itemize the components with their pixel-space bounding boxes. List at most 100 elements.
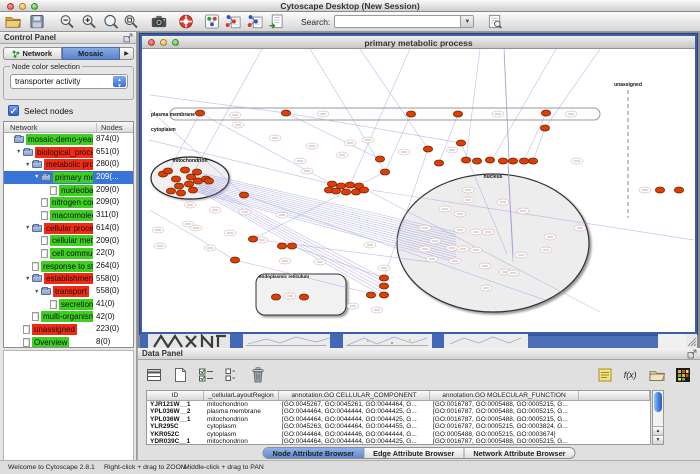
float-panel-icon[interactable] [123,33,133,43]
network-node[interactable] [232,122,244,128]
network-node[interactable] [184,202,196,208]
network-node[interactable] [446,147,458,153]
table-column-header[interactable]: annotation.GO MOLECULAR_FUNCTION [430,391,579,400]
selected-network-node[interactable] [163,168,172,174]
network-node[interactable] [571,158,583,164]
network-node[interactable] [449,258,461,264]
selected-network-node[interactable] [248,236,257,242]
selected-network-node[interactable] [195,110,204,116]
select-nodes-checkbox[interactable]: ✓ [8,105,19,116]
tree-row[interactable]: secretion41(0) [4,298,133,311]
tree-row[interactable]: mosaic-demo-yeast874(0) [4,133,133,146]
expand-arrow-icon[interactable]: ▼ [16,149,23,155]
table-row[interactable]: YKR052Ccytoplasm[GO:0044464, GO:0044446,… [147,431,650,438]
tree-row[interactable]: nitrogen compo209(0) [4,196,133,209]
selected-network-node[interactable] [188,187,197,193]
tree-row[interactable]: ▼primary metabo209(... [4,171,133,184]
table-row[interactable]: YPL036W__2plasma membrane[GO:0044464, GO… [147,408,650,415]
new-attribute-icon[interactable] [170,365,190,385]
selected-network-node[interactable] [180,167,189,173]
help-ring-icon[interactable] [177,13,195,30]
open-folder-icon[interactable] [4,13,22,30]
selected-network-node[interactable] [461,157,470,163]
network-node[interactable] [204,245,216,251]
attribute-table-icon[interactable] [144,365,164,385]
network-node[interactable] [479,263,491,269]
network-canvas[interactable]: plasma membranecytoplasmmitochondrionnuc… [142,49,695,332]
network-node[interactable] [269,135,281,141]
tree-row[interactable]: ▼transport558(0) [4,285,133,298]
table-row[interactable]: YJR121W__1mitochondrion[GO:0045267, GO:0… [147,401,650,408]
network-node[interactable] [492,111,504,117]
network-node[interactable] [344,140,356,146]
network-node[interactable] [446,245,458,251]
network-node[interactable] [457,246,469,252]
selected-network-node[interactable] [345,182,354,188]
network-node[interactable] [515,252,527,258]
table-row[interactable]: YDR039C__1mitochondrion[GO:0044464, GO:0… [147,438,650,445]
expand-arrow-icon[interactable]: ▼ [34,289,41,295]
network-node[interactable] [284,293,296,299]
network-node[interactable] [294,158,306,164]
network-node[interactable] [336,152,348,158]
selected-network-node[interactable] [379,275,388,281]
table-row[interactable]: YPL036W__1mitochondrion[GO:0044464, GO:0… [147,416,650,423]
network-node[interactable] [190,225,202,231]
tree-row[interactable]: response to stimulu264(0) [4,260,133,273]
tree-row[interactable]: Overview8(0) [4,336,133,348]
network-node[interactable] [639,187,651,193]
tab-mosaic[interactable]: Mosaic [62,47,121,60]
tab-network[interactable]: Network [3,47,62,60]
network-node[interactable] [454,227,466,233]
network-node[interactable] [317,111,329,117]
float-data-panel-icon[interactable] [687,349,697,359]
network-node[interactable] [439,206,451,212]
selected-network-node[interactable] [540,125,549,131]
selected-network-node[interactable] [453,111,462,117]
vizmapper-icon[interactable] [203,13,221,30]
selected-network-node[interactable] [541,110,550,116]
function-builder-icon[interactable]: f(x) [621,365,641,385]
network-node[interactable] [279,258,291,264]
network-frame-titlebar[interactable]: primary metabolic process [142,36,695,49]
table-column-header[interactable] [579,391,650,400]
selected-network-node[interactable] [336,183,345,189]
combobox-stepper-icon[interactable]: ▲▼ [113,76,126,87]
network-node[interactable] [224,230,236,236]
selected-network-node[interactable] [375,156,384,162]
network-node[interactable] [364,242,376,248]
selected-network-node[interactable] [281,110,290,116]
tree-row[interactable]: cell communicat22(0) [4,247,133,260]
table-column-header[interactable]: ID [147,391,204,400]
selected-network-node[interactable] [192,169,201,175]
network-node[interactable] [517,208,529,214]
selected-network-node[interactable] [299,294,308,300]
notes-icon[interactable] [595,365,615,385]
network-node[interactable] [480,285,492,291]
tree-row[interactable]: unassigned223(0) [4,323,133,336]
tree-row[interactable]: macromolecule311(0) [4,209,133,222]
network-node[interactable] [482,229,494,235]
selected-network-node[interactable] [277,243,286,249]
expand-arrow-icon[interactable]: ▼ [25,225,32,231]
network-node[interactable] [470,247,482,253]
selected-network-node[interactable] [528,158,537,164]
tree-row[interactable]: multi-organism pro42(0) [4,311,133,324]
selected-network-node[interactable] [379,283,388,289]
zoom-in-icon[interactable] [80,13,98,30]
selected-network-node[interactable] [508,158,517,164]
network-node[interactable] [565,111,577,117]
node-color-combobox[interactable]: transporter activity ▲▼ [10,74,128,89]
network-node[interactable] [544,234,556,240]
selected-network-node[interactable] [271,294,280,300]
network-node[interactable] [347,303,359,309]
selected-network-node[interactable] [472,158,481,164]
network-node[interactable] [152,227,164,233]
network-node[interactable] [426,256,438,262]
background-windows-strip[interactable] [140,334,697,348]
selected-network-node[interactable] [171,176,180,182]
selected-network-node[interactable] [341,189,350,195]
network-node[interactable] [540,247,552,253]
selected-network-node[interactable] [174,183,183,189]
save-icon[interactable] [28,13,46,30]
